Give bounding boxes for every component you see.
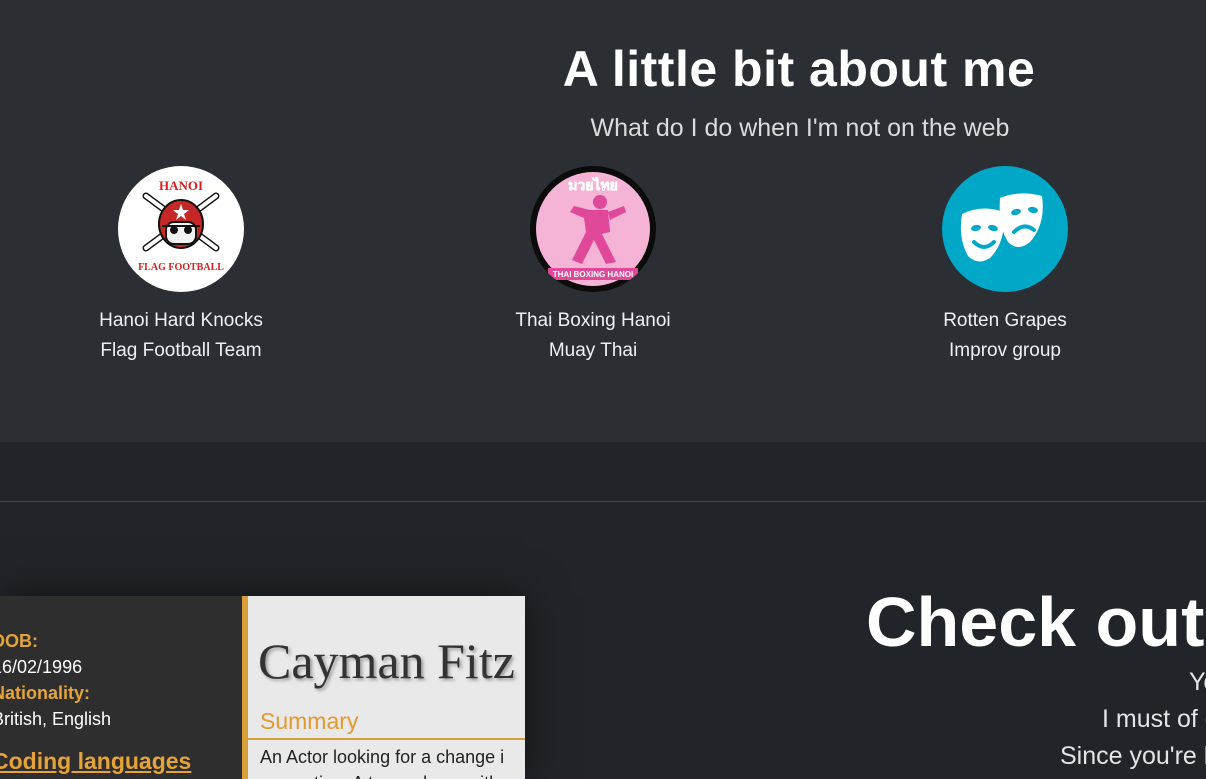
- cv-sidebar: DOB: 16/02/1996 Nationality: British, En…: [0, 596, 242, 779]
- hobby-name: Thai Boxing Hanoi: [515, 310, 671, 331]
- thai-boxing-logo[interactable]: มวยไทย THAI BOXING HANOI: [530, 166, 656, 292]
- cv-summary-line: An Actor looking for a change i: [260, 747, 505, 767]
- hobby-type: Flag Football Team: [100, 340, 262, 361]
- about-subtitle: What do I do when I'm not on the web: [590, 114, 1010, 142]
- hanoi-logo-bottom-text: FLAG FOOTBALL: [138, 262, 224, 273]
- hobby-card-flag-football: HANOI FLAG FOOTBALL Hanoi Hard Knocks Fl…: [51, 166, 311, 366]
- cv-name: Cayman Fitz: [258, 633, 515, 689]
- cv-summary-heading: Summary: [260, 708, 359, 734]
- hanoi-logo-top-text: HANOI: [159, 178, 203, 193]
- cv-coding-heading: Coding languages: [0, 748, 192, 774]
- hobby-type: Muay Thai: [548, 340, 638, 361]
- about-title: A little bit about me: [562, 41, 1036, 97]
- cv-heading-rule: [248, 738, 525, 740]
- hobby-card-improv: Rotten Grapes Improv group: [875, 166, 1135, 366]
- cv-dob-value: 16/02/1996: [0, 657, 83, 677]
- section-divider: [0, 501, 1206, 502]
- theatre-masks-icon[interactable]: [942, 166, 1068, 292]
- cv-summary-line: computing. A team player with: [260, 770, 525, 779]
- cv-preview-image[interactable]: DOB: 16/02/1996 Nationality: British, En…: [0, 596, 525, 779]
- hobby-card-thai-boxing: มวยไทย THAI BOXING HANOI Thai Boxing Han…: [463, 166, 723, 366]
- hanoi-flag-football-logo[interactable]: HANOI FLAG FOOTBALL: [118, 166, 244, 292]
- checkout-text-line: Since you're he: [1060, 742, 1206, 770]
- checkout-text-line: I must of c: [1102, 705, 1206, 733]
- cv-dob-label: DOB:: [0, 631, 38, 651]
- checkout-title: Check out: [866, 583, 1205, 661]
- about-section: A little bit about me What do I do when …: [0, 0, 1206, 442]
- cv-nationality-label: Nationality:: [0, 683, 91, 703]
- hobby-name: Rotten Grapes: [943, 310, 1067, 331]
- checkout-text-line: Yo: [1189, 668, 1206, 696]
- thai-logo-bottom-text: THAI BOXING HANOI: [553, 270, 633, 279]
- cv-nationality-value: British, English: [0, 709, 112, 729]
- thai-logo-top-text: มวยไทย: [568, 176, 618, 194]
- cv-main-column: Cayman Fitz Summary An Actor looking for…: [248, 596, 525, 779]
- hobby-type: Improv group: [949, 340, 1061, 361]
- hobby-name: Hanoi Hard Knocks: [99, 310, 263, 331]
